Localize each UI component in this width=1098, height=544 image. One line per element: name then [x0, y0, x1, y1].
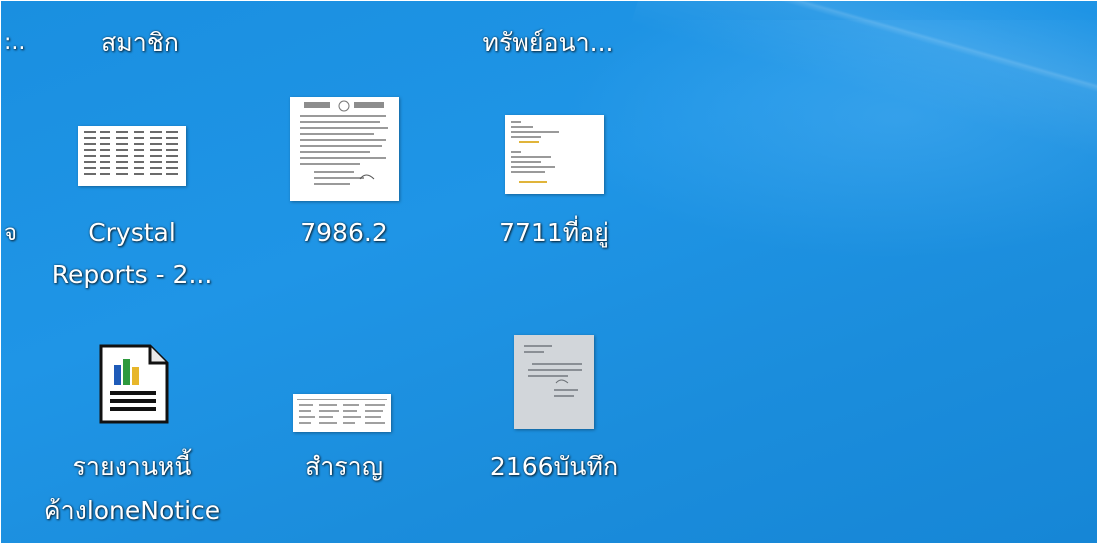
icon-label-crystal-reports-line1: Crystal	[88, 218, 176, 247]
report-file-icon	[98, 343, 170, 425]
icon-label-debt-report-line2: ค้างloneNotice	[43, 496, 221, 525]
icon-label-members: สมาชิก	[101, 28, 179, 57]
spreadsheet-thumbnail-icon	[78, 126, 186, 186]
icon-label-7986-2: 7986.2	[300, 218, 388, 247]
address-document-thumbnail-icon	[505, 115, 604, 194]
partial-icon-label-mid[interactable]: จ	[4, 213, 17, 255]
spreadsheet-thumbnail-icon	[293, 394, 391, 432]
scanned-letter-thumbnail-icon	[514, 335, 594, 429]
icon-label-debt-report-line1: รายงานหนี้	[72, 452, 192, 481]
icon-label-7711-address: 7711ที่อยู่	[499, 218, 609, 247]
scanned-document-thumbnail-icon	[290, 97, 399, 201]
icon-label-assets: ทรัพย์อนา...	[482, 28, 614, 57]
icon-label-crystal-reports-line2: Reports - 2...	[51, 260, 213, 289]
icon-label-2166-memo: 2166บันทึก	[489, 452, 619, 481]
desktop-background: :.. จ สมาชิก ทรัพย์อนา... Crystal Report…	[0, 0, 1098, 544]
icon-label-samran: สำราญ	[304, 452, 384, 481]
partial-icon-label-top[interactable]: :..	[4, 22, 25, 64]
